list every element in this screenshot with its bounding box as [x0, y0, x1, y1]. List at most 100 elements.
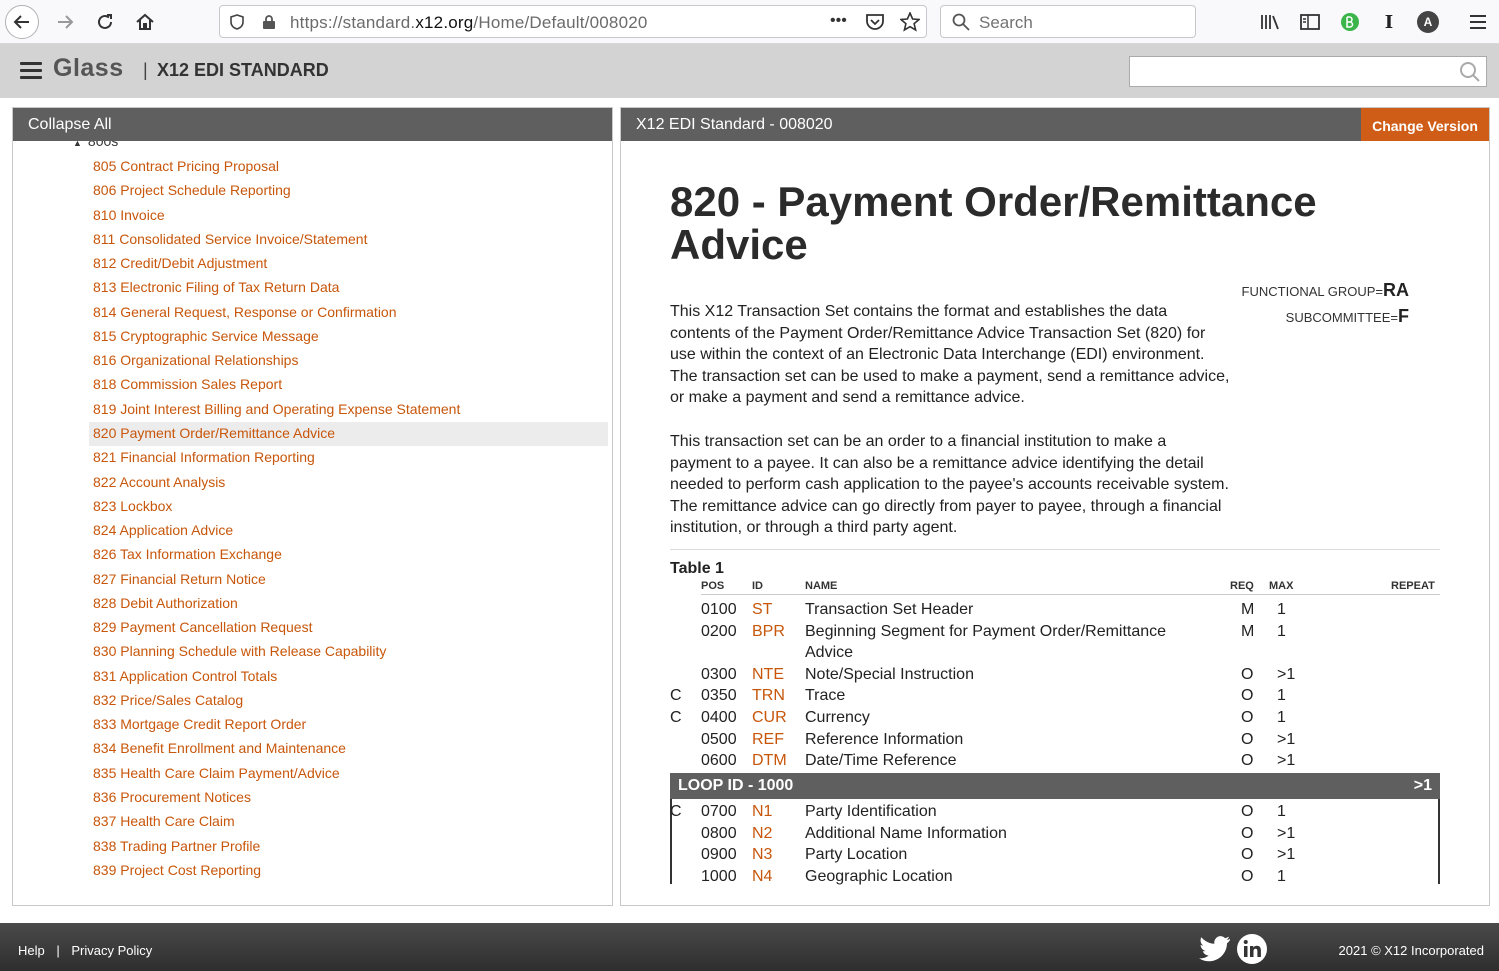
browser-search-box[interactable]: Search: [940, 5, 1196, 38]
list-item[interactable]: 819 Joint Interest Billing and Operating…: [89, 398, 608, 422]
segment-name: Geographic Location: [805, 867, 953, 885]
segment-max: 1: [1277, 622, 1286, 640]
copyright: 2021 © X12 Incorporated: [1338, 943, 1484, 958]
segment-pos: 0200: [701, 622, 737, 640]
list-item[interactable]: 830 Planning Schedule with Release Capab…: [89, 640, 608, 664]
segment-id[interactable]: NTE: [752, 666, 784, 684]
list-item[interactable]: 828 Debit Authorization: [89, 592, 608, 616]
cond-flag: C: [670, 709, 682, 726]
col-max: MAX: [1269, 580, 1294, 592]
segment-req: O: [1241, 665, 1254, 683]
subcommittee: SUBCOMMITTEE=F: [1285, 306, 1409, 326]
segment-name: Reference Information: [805, 730, 964, 748]
list-item[interactable]: 810 Invoice: [89, 204, 608, 228]
list-item[interactable]: 838 Trading Partner Profile: [89, 835, 608, 859]
list-item[interactable]: 811 Consolidated Service Invoice/Stateme…: [89, 228, 608, 252]
list-item[interactable]: 821 Financial Information Reporting: [89, 446, 608, 470]
loop-header[interactable]: LOOP ID - 1000 >1: [670, 773, 1440, 799]
segment-id[interactable]: CUR: [752, 709, 787, 727]
forward-button[interactable]: [48, 5, 82, 39]
home-button[interactable]: [128, 5, 162, 39]
list-item[interactable]: 805 Contract Pricing Proposal: [89, 155, 608, 179]
list-item[interactable]: 820 Payment Order/Remittance Advice: [89, 421, 608, 446]
segment-id[interactable]: TRN: [752, 687, 785, 705]
segment-id[interactable]: N4: [752, 868, 772, 886]
library-icon[interactable]: [1258, 10, 1282, 34]
segment-pos: 0700: [701, 803, 737, 820]
segment-id[interactable]: BPR: [752, 623, 785, 641]
list-item[interactable]: 831 Application Control Totals: [89, 665, 608, 689]
list-item[interactable]: 822 Account Analysis: [89, 471, 608, 495]
list-item[interactable]: 815 Cryptographic Service Message: [89, 325, 608, 349]
list-item[interactable]: 824 Application Advice: [89, 519, 608, 543]
twitter-icon[interactable]: [1199, 935, 1231, 963]
segment-req: O: [1241, 730, 1254, 748]
segment-id[interactable]: N1: [752, 803, 772, 821]
lock-icon: [263, 15, 275, 29]
browser-toolbar: https://standard.x12.org/Home/Default/00…: [0, 0, 1499, 44]
col-name: NAME: [805, 580, 838, 592]
segment-id[interactable]: N2: [752, 825, 772, 843]
search-placeholder: Search: [979, 13, 1033, 32]
extension-icon[interactable]: [1338, 10, 1362, 34]
segment-max: 1: [1277, 803, 1286, 820]
segment-id[interactable]: REF: [752, 731, 784, 749]
list-item[interactable]: 833 Mortgage Credit Report Order: [89, 713, 608, 737]
account-icon[interactable]: A: [1416, 10, 1440, 34]
search-icon[interactable]: [1459, 61, 1481, 83]
list-item[interactable]: 812 Credit/Debit Adjustment: [89, 252, 608, 276]
segment-pos: 0600: [701, 752, 737, 770]
list-item[interactable]: 816 Organizational Relationships: [89, 349, 608, 373]
list-item[interactable]: 837 Health Care Claim: [89, 810, 608, 834]
list-item[interactable]: 813 Electronic Filing of Tax Return Data: [89, 276, 608, 300]
hamburger-menu-icon[interactable]: [20, 62, 42, 80]
list-item[interactable]: 834 Benefit Enrollment and Maintenance: [89, 737, 608, 761]
list-item[interactable]: 826 Tax Information Exchange: [89, 543, 608, 567]
arrow-left-icon: [13, 15, 29, 29]
change-version-button[interactable]: Change Version: [1361, 108, 1489, 141]
pocket-icon[interactable]: [865, 13, 885, 31]
help-link[interactable]: Help: [18, 943, 45, 958]
segment-id[interactable]: N3: [752, 846, 772, 864]
list-item[interactable]: 827 Financial Return Notice: [89, 568, 608, 592]
segment-name: Date/Time Reference: [805, 752, 957, 770]
text-cursor-icon[interactable]: I: [1377, 10, 1401, 34]
list-item[interactable]: 823 Lockbox: [89, 495, 608, 519]
segment-id[interactable]: DTM: [752, 752, 787, 770]
segment-max: 1: [1277, 601, 1286, 618]
url-bar[interactable]: https://standard.x12.org/Home/Default/00…: [219, 5, 927, 38]
segment-req: O: [1241, 867, 1254, 885]
table-title: Table 1: [670, 560, 724, 577]
transaction-list[interactable]: ▲ 800s 805 Contract Pricing Proposal 806 P…: [13, 141, 612, 905]
loop-label: LOOP ID - 1000: [678, 777, 794, 794]
sidebar-icon[interactable]: [1298, 10, 1322, 34]
reload-button[interactable]: [88, 5, 122, 39]
shield-icon: [230, 14, 244, 30]
more-icon[interactable]: •••: [830, 12, 847, 30]
list-item[interactable]: 806 Project Schedule Reporting: [89, 179, 608, 203]
segment-id[interactable]: ST: [752, 601, 772, 619]
brand-logo[interactable]: Glass: [53, 54, 124, 83]
description-paragraph-1: This X12 Transaction Set contains the fo…: [670, 303, 1230, 407]
linkedin-icon[interactable]: [1236, 934, 1268, 964]
list-item[interactable]: 839 Project Cost Reporting: [89, 859, 608, 883]
privacy-policy-link[interactable]: Privacy Policy: [71, 943, 152, 958]
list-item[interactable]: 818 Commission Sales Report: [89, 373, 608, 397]
caret-icon: ▲: [73, 141, 82, 148]
group-label-800s[interactable]: ▲ 800s: [73, 141, 118, 149]
back-button[interactable]: [5, 5, 39, 39]
footer-separator: |: [56, 943, 60, 958]
menu-icon[interactable]: [1466, 10, 1490, 34]
segment-max: >1: [1277, 824, 1296, 842]
list-item[interactable]: 832 Price/Sales Catalog: [89, 689, 608, 713]
list-item[interactable]: 836 Procurement Notices: [89, 786, 608, 810]
star-icon[interactable]: [900, 12, 920, 32]
page-title: 820 - Payment Order/Remittance Advice: [670, 178, 1317, 268]
segment-max: 1: [1277, 687, 1286, 705]
list-item[interactable]: 814 General Request, Response or Confirm…: [89, 301, 608, 325]
list-item[interactable]: 835 Health Care Claim Payment/Advice: [89, 762, 608, 786]
segment-max: >1: [1277, 665, 1296, 683]
site-search-input[interactable]: [1129, 56, 1487, 87]
collapse-all-button[interactable]: Collapse All: [13, 108, 612, 141]
list-item[interactable]: 829 Payment Cancellation Request: [89, 616, 608, 640]
